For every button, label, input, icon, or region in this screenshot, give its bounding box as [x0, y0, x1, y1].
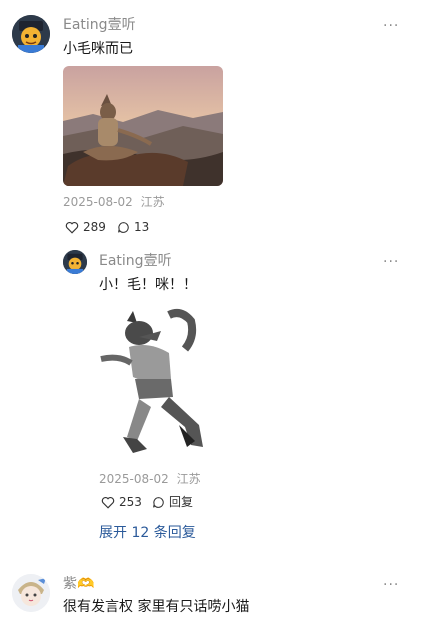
- reply-username[interactable]: Eating壹听: [99, 252, 172, 270]
- like-button[interactable]: 253: [101, 494, 142, 510]
- comment-image[interactable]: [63, 66, 223, 186]
- avatar-image: [12, 15, 50, 53]
- reply-count: 13: [134, 220, 150, 234]
- comment-bubble-icon: [118, 221, 129, 233]
- reply-date: 2025-08-02: [99, 472, 169, 486]
- like-count: 253: [119, 495, 142, 509]
- like-button[interactable]: 289: [65, 219, 106, 235]
- reply-location: 江苏: [176, 472, 201, 486]
- comment-text: 很有发言权 家里有只话唠小猫: [63, 599, 250, 615]
- avatar[interactable]: [12, 15, 50, 53]
- comment-text: 小毛咪而已: [63, 41, 133, 57]
- reply-meta: 2025-08-02 江苏: [99, 471, 201, 487]
- comment-meta: 2025-08-02 江苏: [63, 194, 165, 210]
- like-count: 289: [83, 220, 106, 234]
- comment-date: 2025-08-02: [63, 195, 133, 209]
- comment-location: 江苏: [140, 195, 165, 209]
- more-options-button[interactable]: ···: [383, 578, 399, 592]
- more-options-button[interactable]: ···: [383, 255, 399, 269]
- wolf-meditating-image: [63, 66, 223, 186]
- avatar[interactable]: [63, 250, 87, 274]
- reply-image[interactable]: [99, 307, 219, 459]
- reply-button[interactable]: 13: [117, 219, 149, 235]
- avatar-image: [63, 250, 87, 274]
- avatar-image: [12, 574, 50, 612]
- heart-icon: [65, 221, 79, 234]
- comment-username[interactable]: Eating壹听: [63, 16, 136, 34]
- heart-icon: [101, 496, 115, 509]
- comment-username[interactable]: 紫🫶: [63, 575, 94, 593]
- reply-label: 回复: [169, 495, 194, 509]
- more-options-button[interactable]: ···: [383, 19, 399, 33]
- reply-button[interactable]: 回复: [152, 494, 193, 510]
- comment-bubble-icon: [153, 496, 164, 508]
- expand-replies-link[interactable]: 展开 12 条回复: [99, 524, 196, 542]
- avatar[interactable]: [12, 574, 50, 612]
- reply-text: 小！毛！咪！！: [99, 277, 197, 293]
- wolf-dancing-sketch-image: [99, 307, 219, 459]
